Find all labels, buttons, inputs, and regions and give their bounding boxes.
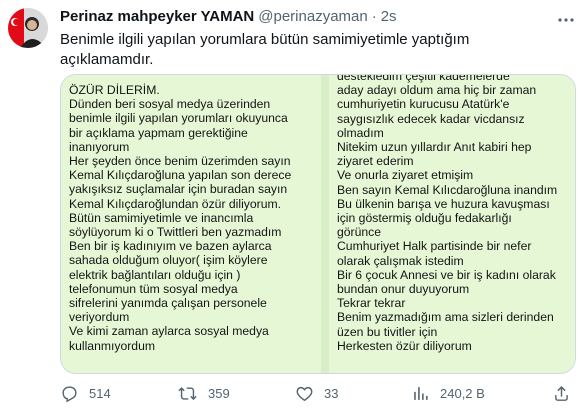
like-button[interactable]: 33 — [295, 384, 338, 403]
more-icon[interactable] — [557, 10, 575, 28]
tweet-media[interactable]: ÖZÜR DİLERİM. Dünden beri sosyal medya üz… — [60, 74, 576, 374]
statement-line: için göstermiş olduğu fedakarlığı — [337, 211, 512, 226]
statement-page-right: destekledim çeşitli kademelerde aday aday… — [329, 75, 575, 373]
views-icon — [414, 387, 428, 400]
statement-text-right: destekledim çeşitli kademelerde aday aday… — [337, 75, 569, 353]
like-count: 33 — [324, 386, 339, 401]
statement-line: Cumhuriyet Halk partisinde bir nefer — [337, 239, 532, 254]
statement-line: cumhuriyetin kurucusu Atatürk'e — [337, 97, 510, 112]
retweet-icon — [178, 387, 197, 401]
statement-line: Benim yazmadığım ama sizleri derinden — [337, 310, 554, 325]
statement-line: kullanmıyordum — [69, 338, 156, 353]
statement-line: elektrik bağlantıları olduğu için ) — [69, 267, 241, 282]
like-icon — [296, 386, 313, 402]
statement-line: olmadım — [337, 125, 384, 140]
avatar[interactable] — [8, 8, 48, 48]
statement-line: Ben sayın Kemal Kılıcdaroğluna inandım — [337, 182, 558, 197]
statement-line: aday adayı oldum ama hiç bir zaman — [337, 83, 537, 98]
statement-line: yakışıksız suçlamalar için buradan sayın — [69, 182, 288, 197]
statement-page-left: ÖZÜR DİLERİM. Dünden beri sosyal medya üz… — [61, 75, 329, 373]
statement-line: söylüyorum ki o Twittleri ben yazmadım — [69, 225, 282, 240]
statement-line: telefonumun tüm sosyal medya — [69, 281, 238, 296]
views-count: 240,2 B — [440, 386, 485, 401]
statement-line: Herkesten özür diliyorum — [337, 338, 472, 353]
reply-button[interactable]: 514 — [60, 384, 111, 403]
statement-line: Ben bir iş kadınıyım ve bazen aylarca — [69, 239, 272, 254]
author-handle[interactable]: @perinazyaman — [258, 8, 367, 25]
statement-line: Kemal Kılıçdaroğluna yapılan son derece — [69, 168, 292, 183]
statement-line: olarak çalışmak istedim — [337, 253, 464, 268]
reply-count: 514 — [89, 386, 111, 401]
tweet-actions: 514 359 33 240,2 B — [60, 384, 574, 408]
statement-line: Ve kimi zaman aylarca sosyal medya — [69, 324, 269, 339]
statement-line: Bu ülkenin barışa ve huzura kavuşması — [337, 196, 550, 211]
share-button[interactable] — [552, 384, 581, 403]
statement-line: ziyaret ederim — [337, 154, 414, 169]
statement-line: ÖZÜR DİLERİM. — [69, 83, 160, 97]
statement-line: Her şeyden önce benim üzerimden sayın — [69, 154, 291, 169]
tweet-header: Perinaz mahpeyker YAMAN @perinazyaman · … — [60, 8, 397, 28]
share-icon — [555, 386, 568, 401]
reply-icon — [62, 386, 77, 403]
statement-line: üzen bu tivitler için — [337, 324, 438, 339]
statement-line: bundan onur duyuyorum — [337, 282, 470, 297]
statement-text-left: ÖZÜR DİLERİM. Dünden beri sosyal medya üz… — [69, 83, 315, 353]
separator-dot: · — [371, 8, 377, 25]
statement-line: veriyordum — [69, 310, 130, 325]
statement-line: Ve onurla ziyaret etmişim — [337, 168, 474, 183]
retweet-button[interactable]: 359 — [177, 384, 230, 403]
avatar-image — [8, 8, 48, 48]
statement-line: görünce — [337, 225, 382, 240]
author-name[interactable]: Perinaz mahpeyker YAMAN — [60, 8, 254, 25]
statement-line: sahada olduğum oluyor( işim köylere — [69, 253, 268, 268]
retweet-count: 359 — [208, 386, 230, 401]
statement-line: Tekrar tekrar — [337, 296, 406, 311]
views-button[interactable]: 240,2 B — [411, 384, 485, 403]
statement-line: benimle ilgili yapılan yorumları okuyunc… — [69, 111, 288, 126]
statement-line: Nitekim uzun yıllardır Anıt kabiri hep — [337, 140, 532, 155]
statement-line: Bütün samimiyetimle ve inancımla — [69, 210, 254, 225]
tweet-text: Benimle ilgili yapılan yorumlara bütün s… — [60, 31, 470, 68]
statement-line: bir açıklama yapmam gerektiğine — [69, 125, 248, 140]
statement-line: saygısızlık edecek kadar vicdansız — [337, 111, 525, 126]
statement-line: destekledim çeşitli kademelerde — [337, 75, 510, 83]
statement-line: Dünden beri sosyal medya üzerinden — [69, 97, 271, 112]
statement-line: Bir 6 çocuk Annesi ve bir iş kadını olar… — [337, 267, 556, 282]
statement-line: sifrelerini yanımda çalışan personele — [69, 296, 267, 311]
tweet-time[interactable]: 2s — [381, 8, 397, 25]
statement-line: Kemal Kılıçdaroğlundan özür diliyorum. — [69, 196, 282, 211]
statement-line: inanıyorum — [69, 139, 130, 154]
